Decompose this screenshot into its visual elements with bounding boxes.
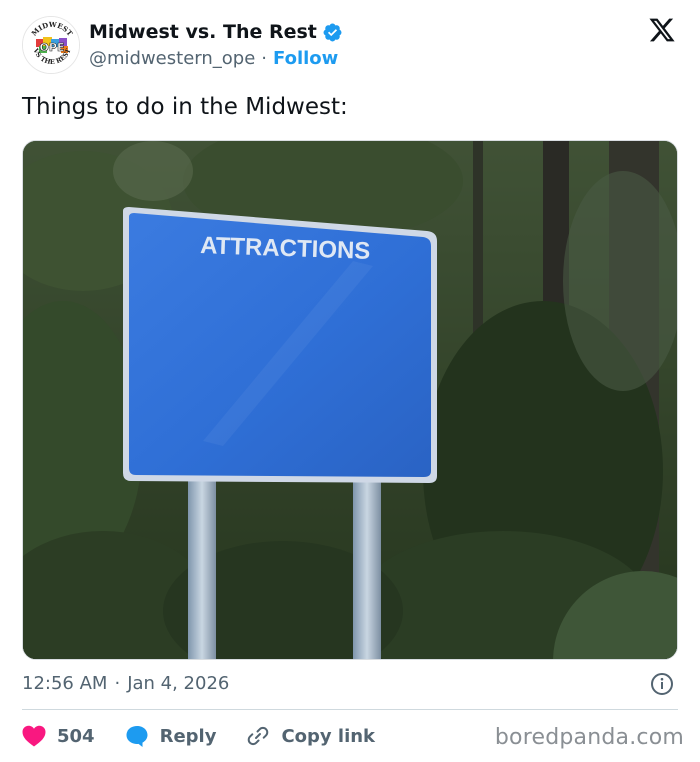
copy-link-button[interactable]: Copy link bbox=[246, 724, 375, 748]
name-row: Midwest vs. The Rest bbox=[89, 21, 343, 43]
avatar-logo: MIDWEST OPE VS THE REST bbox=[23, 17, 79, 73]
handle[interactable]: @midwestern_ope bbox=[89, 48, 255, 69]
handle-row: @midwestern_ope · Follow bbox=[89, 48, 338, 69]
like-button[interactable]: 504 bbox=[22, 725, 95, 747]
tweet-timestamp[interactable]: 12:56 AM · Jan 4, 2026 bbox=[22, 673, 229, 694]
watermark: boredpanda.com bbox=[494, 725, 684, 750]
x-logo-icon[interactable] bbox=[648, 16, 676, 44]
tweet-header: MIDWEST OPE VS THE REST Midwest vs. The … bbox=[22, 14, 678, 78]
tweet-image[interactable]: ATTRACTIONS bbox=[22, 140, 678, 660]
tweet-time: 12:56 AM bbox=[22, 673, 108, 694]
reply-label: Reply bbox=[159, 725, 217, 747]
info-icon[interactable] bbox=[650, 672, 674, 696]
display-name[interactable]: Midwest vs. The Rest bbox=[89, 21, 317, 43]
avatar[interactable]: MIDWEST OPE VS THE REST bbox=[22, 16, 80, 74]
timestamp-separator: · bbox=[114, 673, 121, 694]
tweet-date: Jan 4, 2026 bbox=[127, 673, 230, 694]
tweet-text: Things to do in the Midwest: bbox=[22, 94, 348, 120]
reply-button[interactable]: Reply bbox=[125, 724, 217, 748]
copy-link-label: Copy link bbox=[281, 725, 376, 747]
action-bar: 504 Reply Copy link bbox=[22, 722, 405, 750]
heart-icon bbox=[22, 725, 46, 747]
link-icon bbox=[248, 726, 269, 746]
svg-text:OPE: OPE bbox=[40, 41, 65, 54]
reply-bubble-icon bbox=[126, 726, 148, 747]
follow-button[interactable]: Follow bbox=[273, 48, 338, 69]
verified-badge-icon bbox=[323, 23, 342, 41]
separator-dot: · bbox=[261, 48, 268, 69]
like-count: 504 bbox=[57, 725, 95, 747]
divider bbox=[22, 709, 678, 710]
attractions-sign-photo: ATTRACTIONS bbox=[23, 141, 677, 659]
